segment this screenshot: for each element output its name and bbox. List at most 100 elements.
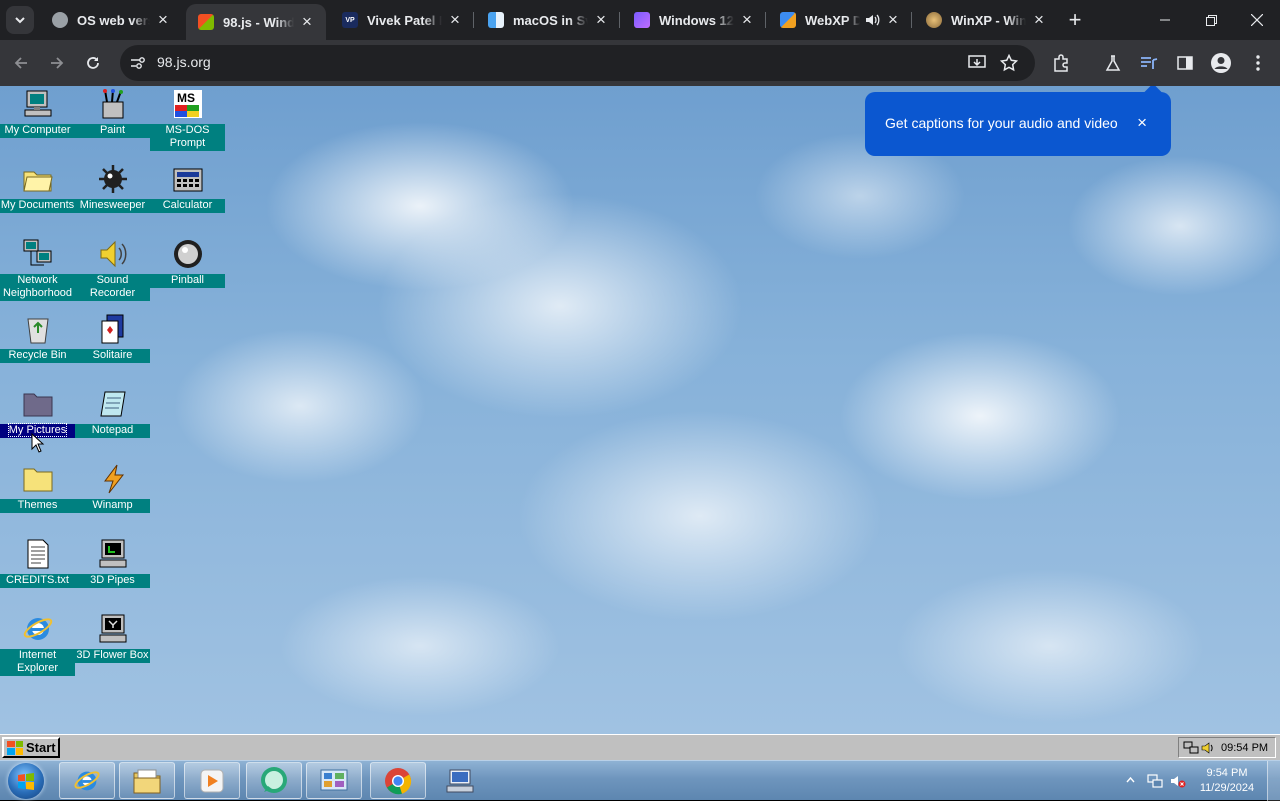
taskbar-pin-chrome[interactable] [370,762,426,799]
install-app-icon[interactable] [968,55,986,71]
close-icon[interactable]: × [1137,114,1147,131]
labs-button[interactable] [1100,50,1126,76]
profile-button[interactable] [1208,50,1234,76]
close-tab-icon[interactable]: × [592,11,610,29]
forward-button[interactable] [44,50,70,76]
desktop-icon-solitaire[interactable]: Solitaire [75,311,150,363]
desktop-icon-winamp[interactable]: Winamp [75,461,150,513]
desktop-icon-label: Minesweeper [75,199,150,213]
desktop-icon-notepad[interactable]: Notepad [75,386,150,438]
browser-menu-button[interactable] [1245,50,1271,76]
desktop-icon-paint[interactable]: Paint [75,86,150,138]
volume-muted-icon[interactable] [1170,773,1186,789]
captions-promo-text: Get captions for your audio and video [885,115,1118,131]
browser-tab[interactable]: macOS in Svelte × [476,0,620,40]
close-tab-icon[interactable]: × [738,11,756,29]
desktop-icon-3d-flower-box[interactable]: 3D Flower Box [75,611,150,663]
desktop-icon-credits[interactable]: CREDITS.txt [0,536,75,588]
network-status-icon[interactable] [1147,773,1163,789]
bookmark-star-icon[interactable] [1000,54,1018,72]
recycle-bin-icon [26,318,49,344]
flask-icon [1105,55,1121,71]
taskbar-pin-media-player[interactable] [184,762,240,799]
address-bar[interactable]: 98.js.org [120,45,1035,81]
computer-icon [24,90,51,117]
close-tab-icon[interactable]: × [298,13,316,31]
chevron-down-icon [15,17,25,24]
network-tray-icon[interactable] [1183,741,1199,755]
browser-tab-active[interactable]: 98.js - Windows 98 × [186,4,326,40]
close-tab-icon[interactable]: × [154,11,172,29]
desktop-icon-my-computer[interactable]: My Computer [0,86,75,138]
back-button[interactable] [8,50,34,76]
new-tab-button[interactable]: + [1064,8,1086,32]
desktop-icon-sound-recorder[interactable]: Sound Recorder [75,236,150,301]
calculator-icon [173,168,202,192]
browser-tab[interactable]: Windows 12 Web × [622,0,766,40]
browser-tab[interactable]: WinXP - Windows XP × [914,0,1058,40]
taskbar-pin-chat-app[interactable] [246,762,302,799]
browser-tab[interactable]: OS web version × [40,0,182,40]
desktop-icon-label: CREDITS.txt [0,574,75,588]
ie-icon [23,618,52,640]
win98-desktop[interactable]: My Computer My Documents Network Neighbo… [0,86,1280,734]
notepad-icon [99,391,126,417]
desktop-icon-pinball[interactable]: Pinball [150,236,225,288]
control-panel-icon [320,769,348,790]
side-panel-button[interactable] [1172,50,1198,76]
desktop-icon-network[interactable]: Network Neighborhood [0,236,75,301]
volume-tray-icon[interactable] [1201,741,1215,755]
show-hidden-icons-icon[interactable] [1126,776,1135,784]
winamp-icon [103,464,124,494]
arrow-right-icon [51,57,64,69]
desktop-icon-internet-explorer[interactable]: Internet Explorer [0,611,75,676]
minimize-button[interactable] [1142,0,1188,40]
media-player-icon [200,769,224,792]
close-tab-icon[interactable]: × [446,11,464,29]
paint-icon [102,89,123,119]
close-window-button[interactable] [1234,0,1280,40]
desktop-icon-minesweeper[interactable]: Minesweeper [75,161,150,213]
restore-button[interactable] [1188,0,1234,40]
desktop-icon-label: MS-DOS Prompt [150,124,225,151]
start-button[interactable]: Start [2,737,60,758]
desktop-icon-3d-pipes[interactable]: 3D Pipes [75,536,150,588]
desktop-icon-my-documents[interactable]: My Documents [0,161,75,213]
desktop-icon-calculator[interactable]: Calculator [150,161,225,213]
tab-search-button[interactable] [6,6,34,34]
desktop-icon-label: 3D Pipes [75,574,150,588]
desktop-icon-label: Pinball [150,274,225,288]
arrow-left-icon [14,57,27,69]
host-system-tray: 9:54 PM 11/29/2024 [1120,761,1280,801]
taskbar-pin-internet-explorer[interactable] [59,762,115,799]
close-icon [1251,14,1263,26]
taskbar-pin-network-drive[interactable] [432,762,488,799]
win98-clock[interactable]: 09:54 PM [1221,742,1268,754]
desktop-icon-my-pictures[interactable]: My Pictures [0,386,75,438]
reload-button[interactable] [80,50,106,76]
desktop-icon-recycle-bin[interactable]: Recycle Bin [0,311,75,363]
show-desktop-button[interactable] [1267,761,1280,801]
vp-logo-icon: VP [342,12,358,28]
host-clock[interactable]: 9:54 PM 11/29/2024 [1196,766,1258,796]
browser-tab[interactable]: WebXP Desktop × [768,0,912,40]
site-settings-icon[interactable] [130,56,146,70]
desktop-icon-label: My Documents [0,199,75,213]
close-tab-icon[interactable]: × [884,11,902,29]
audio-playing-icon[interactable] [864,12,880,28]
cards-icon [101,314,123,344]
winxp-icon [926,12,942,28]
screensaver-icon [99,614,126,643]
browser-tab[interactable]: VP Vivek Patel Portfolio × [330,0,474,40]
extensions-button[interactable] [1048,50,1074,76]
taskbar-pin-control-panel[interactable] [306,762,362,799]
tab-title: Vivek Patel Portfolio [367,12,442,28]
taskbar-pin-file-explorer[interactable] [119,762,175,799]
windows-start-orb[interactable] [8,763,44,799]
screensaver-icon [99,539,126,568]
media-controls-button[interactable] [1136,50,1162,76]
desktop-icon-themes[interactable]: Themes [0,461,75,513]
close-tab-icon[interactable]: × [1030,11,1048,29]
desktop-icon-ms-dos[interactable]: MS MS-DOS Prompt [150,86,225,151]
host-os-taskbar: 9:54 PM 11/29/2024 [0,760,1280,801]
